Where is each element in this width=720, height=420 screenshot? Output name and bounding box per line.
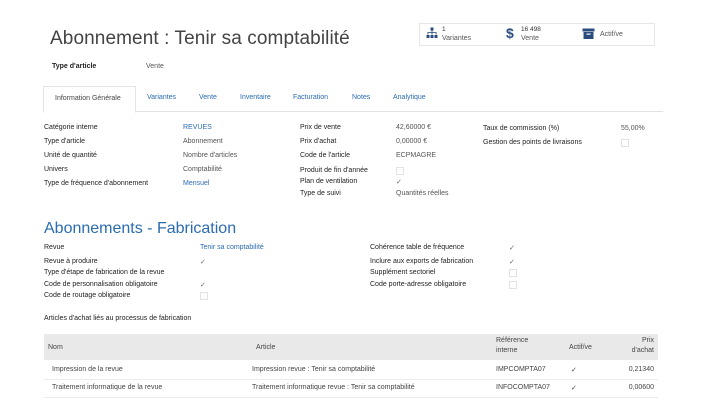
- section-title: Abonnements - Fabrication: [44, 220, 237, 237]
- field-label: Plan de ventilation: [300, 178, 358, 185]
- field-label: Taux de commission (%): [483, 125, 560, 132]
- col-header-actif[interactable]: Actif/ve: [569, 344, 592, 351]
- col-header-nom[interactable]: Nom: [48, 344, 63, 351]
- table-row[interactable]: Impression de la revue Impression revue …: [44, 361, 658, 379]
- field-label: Gestion des points de livraisons: [483, 139, 582, 146]
- active-label: Actif/ve: [600, 31, 623, 38]
- field-label: Catégorie interne: [44, 124, 98, 131]
- cell-reference: INFOCOMPTA07: [496, 384, 550, 391]
- sales-smart-button[interactable]: $ 16 498 Vente: [500, 24, 578, 45]
- tab-variantes[interactable]: Variantes: [147, 94, 176, 101]
- field-label: Code de personnalisation obligatoire: [44, 281, 158, 288]
- checkbox-checked[interactable]: ✓: [200, 258, 206, 266]
- field-label: Cohérence table de fréquence: [370, 244, 465, 251]
- col-header-prix[interactable]: Prix d'achat: [620, 337, 654, 354]
- cell-nom: Traitement informatique de la revue: [52, 384, 163, 391]
- field-label: Univers: [44, 166, 68, 173]
- field-label: Type d'article: [44, 138, 86, 145]
- cell-prix: 0,21340: [628, 366, 654, 373]
- tab-inventaire[interactable]: Inventaire: [240, 94, 271, 101]
- active-toggle-button[interactable]: Actif/ve: [578, 24, 654, 45]
- field-label: Code de l'article: [300, 152, 350, 159]
- notebook-tabs: Information Générale Variantes Vente Inv…: [43, 86, 663, 113]
- cell-article: Traitement informatique revue : Tenir sa…: [252, 384, 415, 391]
- field-value[interactable]: Comptabilité: [183, 166, 222, 173]
- variants-label: Variantes: [442, 35, 472, 42]
- tab-information-generale[interactable]: Information Générale: [43, 86, 136, 113]
- field-label: Prix de vente: [300, 124, 341, 131]
- checkbox[interactable]: [200, 292, 208, 300]
- tab-notes[interactable]: Notes: [352, 94, 370, 101]
- field-label: Type de fréquence d'abonnement: [44, 180, 149, 187]
- tab-facturation[interactable]: Facturation: [293, 94, 328, 101]
- col-header-article[interactable]: Article: [256, 344, 275, 351]
- checkbox-checked[interactable]: ✓: [509, 258, 515, 266]
- cell-prix: 0,00600: [628, 384, 654, 391]
- field-value[interactable]: ECPMAGRE: [396, 152, 436, 159]
- cell-reference: IMPCOMPTA07: [496, 366, 546, 373]
- tab-analytique[interactable]: Analytique: [393, 94, 426, 101]
- checkbox[interactable]: [509, 269, 517, 277]
- checkbox-checked[interactable]: ✓: [396, 178, 402, 186]
- field-label: Code de routage obligatoire: [44, 292, 131, 299]
- field-label: Type de suivi: [300, 190, 341, 197]
- field-value[interactable]: Quantités réelles: [396, 190, 449, 197]
- field-value[interactable]: 55,00%: [621, 125, 645, 132]
- field-value[interactable]: 0,00000 €: [396, 138, 427, 145]
- revue-link[interactable]: Tenir sa comptabilité: [200, 244, 264, 251]
- archive-icon: [582, 28, 595, 39]
- field-label: Prix d'achat: [300, 138, 337, 145]
- variants-count: 1: [442, 26, 446, 33]
- checkbox[interactable]: [621, 139, 629, 147]
- categorie-interne-link[interactable]: REVUES: [183, 124, 212, 131]
- linked-articles-title: Articles d'achat liés au processus de fa…: [44, 315, 192, 322]
- checkbox[interactable]: [509, 281, 517, 289]
- field-value[interactable]: Abonnement: [183, 138, 223, 145]
- field-label: Supplément sectoriel: [370, 269, 436, 276]
- field-label: Revue à produire: [44, 258, 98, 265]
- checkbox-checked[interactable]: ✓: [200, 281, 206, 289]
- dollar-icon: $: [506, 25, 514, 41]
- field-label: Code porte-adresse obligatoire: [370, 281, 467, 288]
- field-label: Produit de fin d'année: [300, 167, 368, 174]
- cell-actif-check[interactable]: ✓: [571, 366, 577, 374]
- sitemap-icon: [426, 27, 438, 38]
- type-article-label: Type d'article: [52, 63, 97, 70]
- field-label: Revue: [44, 244, 65, 251]
- smart-button-bar: 1 Variantes $ 16 498 Vente Actif/ve: [419, 23, 655, 46]
- sales-count: 16 498: [521, 26, 541, 33]
- field-value[interactable]: Nombre d'articles: [183, 152, 237, 159]
- tab-vente[interactable]: Vente: [199, 94, 217, 101]
- checkbox[interactable]: [396, 167, 404, 175]
- frequence-link[interactable]: Mensuel: [183, 180, 209, 187]
- cell-nom: Impression de la revue: [52, 366, 123, 373]
- field-value[interactable]: 42,60000 €: [396, 124, 431, 131]
- row-divider: [44, 397, 658, 398]
- checkbox-checked[interactable]: ✓: [509, 244, 515, 252]
- sales-label: Vente: [521, 35, 539, 42]
- table-row[interactable]: Traitement informatique de la revue Trai…: [44, 380, 658, 398]
- col-header-reference[interactable]: Référence interne: [496, 337, 528, 354]
- field-label: Type d'étape de fabrication de la revue: [44, 269, 165, 276]
- page-title: Abonnement : Tenir sa comptabilité: [50, 28, 350, 49]
- table-header: Nom Article Référence interne Actif/ve P…: [44, 334, 658, 360]
- cell-article: Impression revue : Tenir sa comptabilité: [252, 366, 376, 373]
- variants-smart-button[interactable]: 1 Variantes: [420, 24, 500, 45]
- cell-actif-check[interactable]: ✓: [571, 384, 577, 392]
- field-label: Unité de quantité: [44, 152, 97, 159]
- type-article-value: Vente: [146, 63, 164, 70]
- field-label: Inclure aux exports de fabrication: [370, 258, 474, 265]
